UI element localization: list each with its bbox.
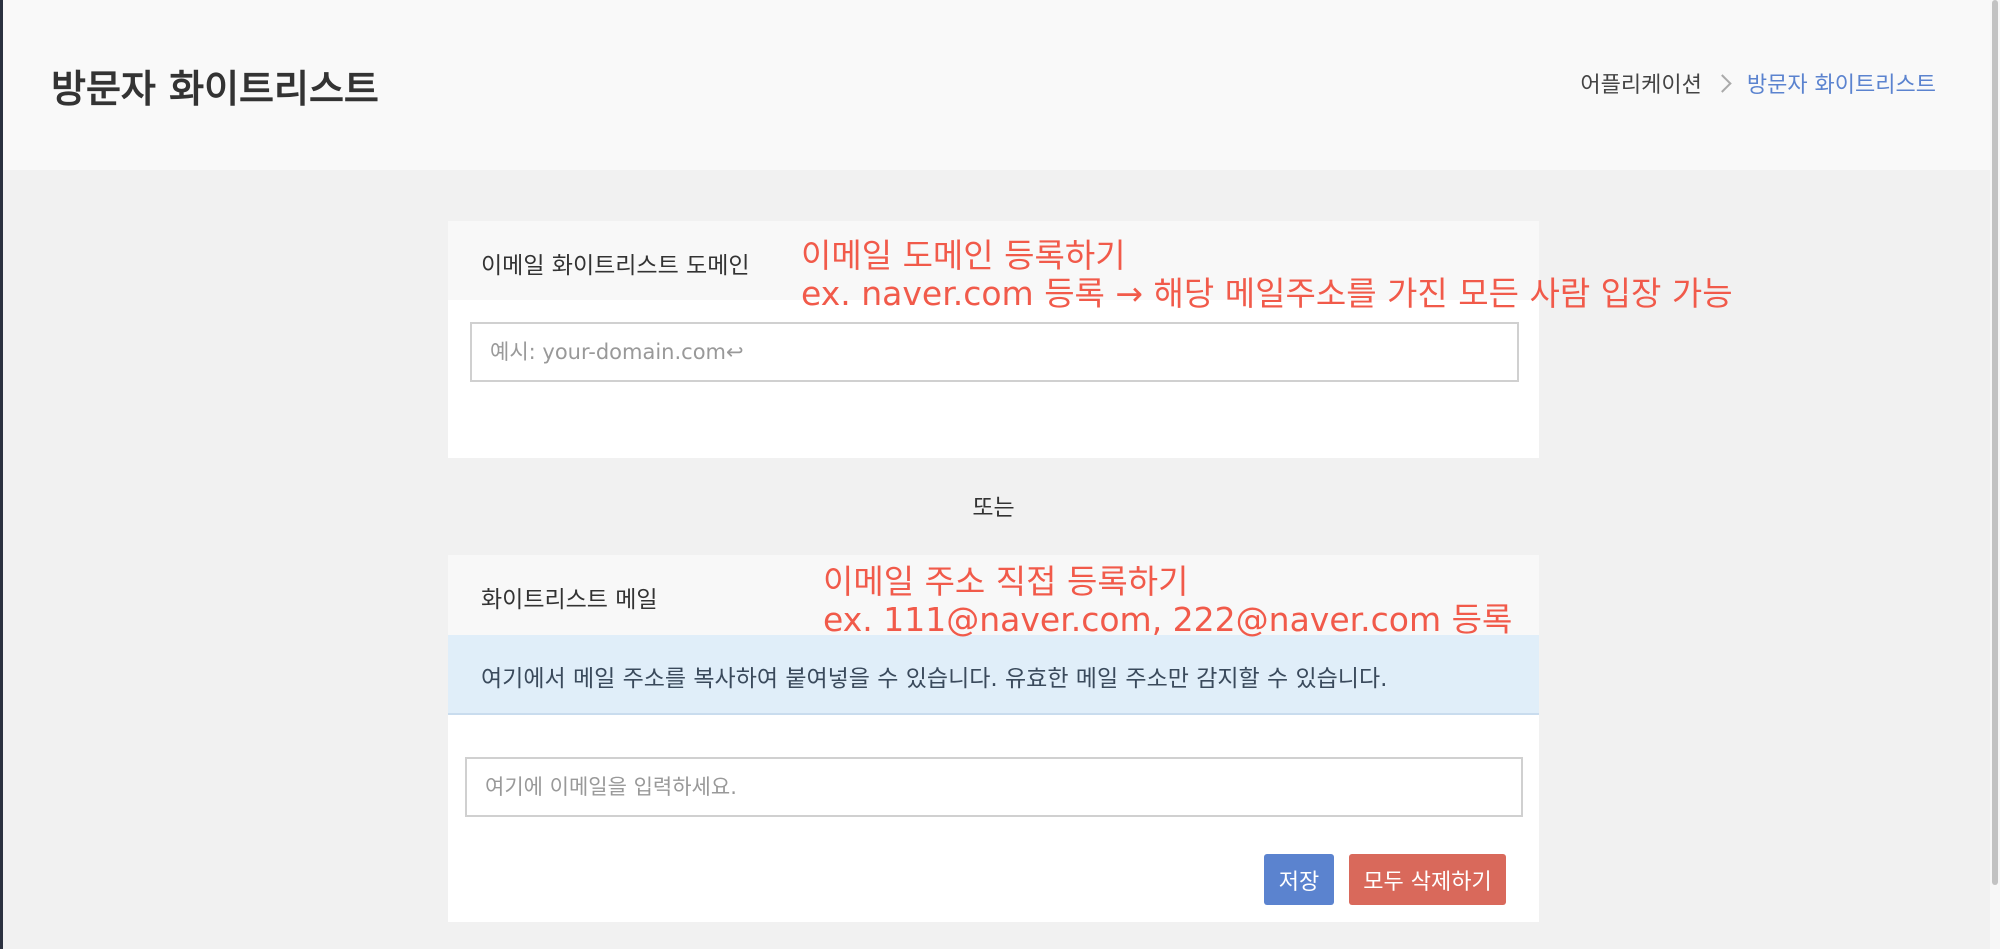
domain-input[interactable] <box>470 322 1519 382</box>
scrollbar-thumb[interactable] <box>1992 0 1998 885</box>
vertical-scrollbar[interactable] <box>1990 0 2000 949</box>
info-notice: 여기에서 메일 주소를 복사하여 붙여넣을 수 있습니다. 유효한 메일 주소만… <box>448 635 1539 715</box>
email-card-title: 화이트리스트 메일 <box>481 587 658 613</box>
breadcrumb: 어플리케이션 방문자 화이트리스트 <box>1580 67 1936 99</box>
annotation-domain-line1: 이메일 도메인 등록하기 <box>801 236 1126 275</box>
email-input[interactable] <box>465 757 1523 817</box>
info-notice-text: 여기에서 메일 주소를 복사하여 붙여넣을 수 있습니다. 유효한 메일 주소만… <box>481 666 1388 692</box>
annotation-domain-line2: ex. naver.com 등록 → 해당 메일주소를 가진 모든 사람 입장 … <box>801 274 1733 313</box>
save-button[interactable]: 저장 <box>1264 854 1334 905</box>
or-divider: 또는 <box>972 495 1015 521</box>
annotation-email-line2: ex. 111@naver.com, 222@naver.com 등록 <box>823 600 1513 639</box>
breadcrumb-item-current[interactable]: 방문자 화이트리스트 <box>1747 67 1936 99</box>
domain-card-title: 이메일 화이트리스트 도메인 <box>481 253 750 279</box>
annotation-domain: 이메일 도메인 등록하기 ex. naver.com 등록 → 해당 메일주소를… <box>801 237 1733 313</box>
page-title: 방문자 화이트리스트 <box>51 67 379 111</box>
delete-all-button[interactable]: 모두 삭제하기 <box>1349 854 1506 905</box>
page-header: 방문자 화이트리스트 어플리케이션 방문자 화이트리스트 <box>3 0 1990 170</box>
annotation-email: 이메일 주소 직접 등록하기 ex. 111@naver.com, 222@na… <box>823 563 1512 639</box>
breadcrumb-item-applications[interactable]: 어플리케이션 <box>1580 67 1701 99</box>
chevron-right-icon <box>1713 73 1732 93</box>
annotation-email-line1: 이메일 주소 직접 등록하기 <box>823 562 1189 601</box>
